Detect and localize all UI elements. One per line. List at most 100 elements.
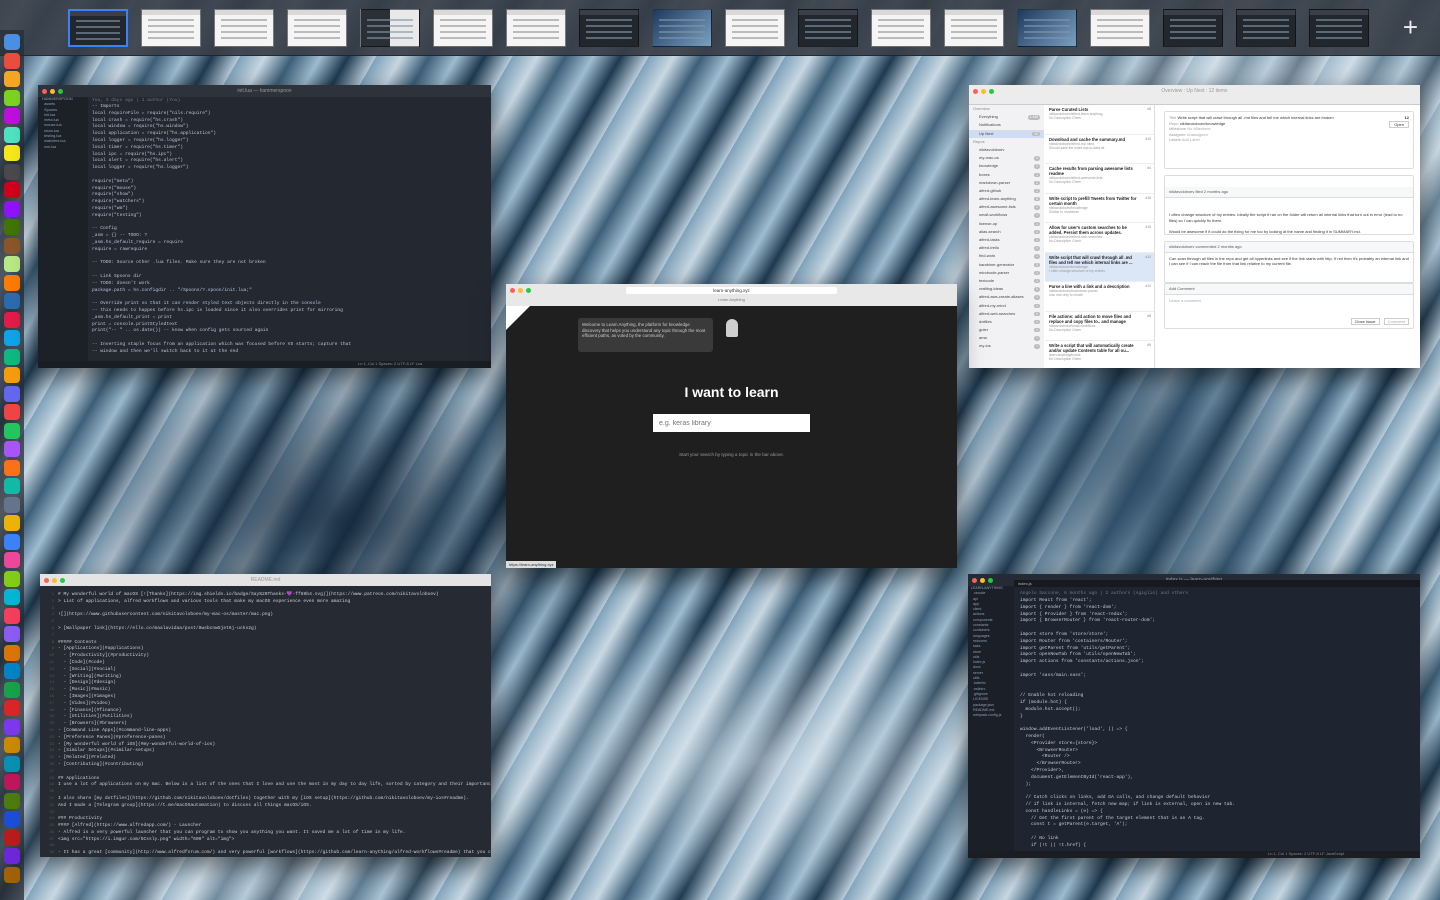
tab-title[interactable]: Learn Anything	[506, 297, 957, 302]
dock-app-icon[interactable]	[4, 829, 20, 846]
dock-app-icon[interactable]	[4, 774, 20, 790]
issue-state-select[interactable]: Open	[1389, 120, 1409, 129]
dock-app-icon[interactable]	[4, 404, 20, 420]
dock-app-icon[interactable]	[4, 459, 20, 476]
dock-app-icon[interactable]	[4, 126, 20, 143]
sidebar-item[interactable]: Notifications	[969, 121, 1044, 129]
issue-list-item[interactable]: Download and cache the summary.md #10 niki…	[1045, 135, 1154, 164]
sidebar-item[interactable]: dotfiles 1	[969, 318, 1044, 326]
dock-app-icon[interactable]	[4, 607, 20, 624]
sidebar-item[interactable]: alias-search 2	[969, 228, 1044, 236]
dock-app-icon[interactable]	[4, 570, 20, 587]
dock-app-icon[interactable]	[4, 589, 20, 605]
issue-list-item[interactable]: Write script to prefill Tweets from Twit…	[1045, 194, 1154, 223]
dock-app-icon[interactable]	[4, 478, 20, 494]
dock-app-icon[interactable]	[4, 163, 20, 180]
issue-list-item[interactable]: Cache results from parsing awesome lists…	[1045, 164, 1154, 194]
dock-app-icon[interactable]	[4, 552, 20, 568]
topic-search-input[interactable]	[653, 414, 810, 432]
editor-tab[interactable]: index.js	[1014, 580, 1420, 587]
sidebar-item[interactable]: boxes 1	[969, 171, 1044, 179]
hammerspoon-editor-window[interactable]: init.lua — hammerspoon HAMMERSPOON asset…	[38, 85, 491, 368]
issue-list-item[interactable]: Write script that will crawl through all…	[1045, 252, 1154, 282]
issue-list-item[interactable]: Allow for user's custom searches to be a…	[1045, 223, 1154, 253]
sidebar-item[interactable]: alfred-web-searches 2	[969, 310, 1044, 318]
sidebar-item[interactable]: ama 1	[969, 334, 1044, 342]
issue-title-field[interactable]: Write script that will crawl through all…	[1178, 115, 1334, 120]
sidebar-item[interactable]: Up Next 12	[969, 129, 1044, 138]
sidebar-item[interactable]: alfred-awesome-lists 2	[969, 203, 1044, 211]
dock-app-icon[interactable]	[4, 515, 20, 531]
dock-app-icon[interactable]	[4, 367, 20, 383]
sidebar-item[interactable]: knowledge 3	[969, 162, 1044, 170]
sidebar-item[interactable]: karabiner-generator 3	[969, 261, 1044, 269]
dock-app-icon[interactable]	[4, 626, 20, 642]
dock-app-icon[interactable]	[4, 34, 20, 50]
dock-app-icon[interactable]	[4, 385, 20, 402]
dock-app-icon[interactable]	[4, 293, 20, 309]
sidebar-item[interactable]: Everything 1,445	[969, 113, 1044, 121]
sidebar-item[interactable]: alfred-tasks 1	[969, 236, 1044, 244]
add-label-button[interactable]: Add Label	[1182, 137, 1200, 142]
dock-app-icon[interactable]	[4, 533, 20, 550]
dock-app-icon[interactable]	[4, 422, 20, 439]
comment-input[interactable]: Leave a comment	[1169, 298, 1409, 304]
sidebar-item[interactable]: my-mac-os 4	[969, 154, 1044, 162]
sidebar-item[interactable]: alfred-github 1	[969, 187, 1044, 195]
dock-app-icon[interactable]	[4, 256, 20, 272]
dock-app-icon[interactable]	[4, 811, 20, 827]
dock-app-icon[interactable]	[4, 866, 20, 883]
dock-app-icon[interactable]	[4, 330, 20, 346]
comment-button[interactable]: Comment	[1383, 318, 1409, 326]
address-bar[interactable]: learn-anything.xyz	[626, 287, 837, 294]
sidebar-item[interactable]: markdown-parser 2	[969, 179, 1044, 187]
dock-app-icon[interactable]	[4, 52, 20, 69]
sidebar-item[interactable]: alfred-learn-anything 5	[969, 195, 1044, 203]
dock-app-icon[interactable]	[4, 700, 20, 716]
add-space-button[interactable]: +	[1403, 14, 1418, 40]
github-issues-window[interactable]: Overview : Up Next : 12 items Overview Ev…	[969, 85, 1420, 368]
issue-list-item[interactable]: Write a script that will automatically c…	[1045, 341, 1154, 368]
sidebar-item[interactable]: guter 1	[969, 326, 1044, 334]
code-editor[interactable]: -- Imports local requireFile = require("…	[92, 104, 487, 355]
dock-app-icon[interactable]	[4, 200, 20, 217]
space-thumbnail[interactable]	[1090, 9, 1150, 47]
learn-anything-browser-window[interactable]: learn-anything.xyz Learn Anything Welcom…	[506, 284, 957, 568]
dock-app-icon[interactable]	[4, 848, 20, 864]
space-thumbnail[interactable]	[725, 9, 785, 47]
dock-app-icon[interactable]	[4, 441, 20, 457]
dock-app-icon[interactable]	[4, 219, 20, 235]
file-explorer[interactable]: HAMMERSPOON assets Spoons init.lua meta.…	[38, 97, 88, 361]
dock-app-icon[interactable]	[4, 792, 20, 809]
dock-app-icon[interactable]	[4, 496, 20, 513]
dock-app-icon[interactable]	[4, 71, 20, 87]
sidebar-item[interactable]: my-ios 1	[969, 342, 1044, 350]
dock-app-icon[interactable]	[4, 737, 20, 753]
markdown-editor[interactable]: # My wonderful world of macOS [![Thanks]…	[58, 592, 491, 857]
space-thumbnail[interactable]	[360, 9, 420, 47]
sidebar-item[interactable]: small-workflows 1	[969, 211, 1044, 219]
issue-list-item[interactable]: File actions: add action to move files a…	[1045, 312, 1154, 341]
sidebar-item[interactable]: mindnode-parser 1	[969, 269, 1044, 277]
sidebar-item[interactable]: crafting-ideas 2	[969, 285, 1044, 293]
dock-app-icon[interactable]	[4, 145, 20, 161]
dock-app-icon[interactable]	[4, 108, 20, 124]
assignee-select[interactable]: Unassigned	[1187, 132, 1208, 137]
issue-list-item[interactable]: Parse Curated Lists #8 nikitavoloboev/alfr…	[1045, 105, 1154, 135]
close-issue-button[interactable]: Close Issue	[1350, 318, 1380, 326]
dock-app-icon[interactable]	[4, 681, 20, 698]
space-thumbnail[interactable]	[579, 9, 639, 47]
vscode-window[interactable]: index.js — learn-anything LEARN-ANYTHING…	[968, 574, 1420, 858]
dock-app-icon[interactable]	[4, 663, 20, 679]
dock-app-icon[interactable]	[4, 644, 20, 661]
sidebar-item[interactable]: nikitavoloboev	[969, 146, 1044, 154]
dock-app-icon[interactable]	[4, 755, 20, 772]
dock-app-icon[interactable]	[4, 182, 20, 198]
readme-editor-window[interactable]: README.md 1 2 3 4 5 6 7 8 9 10 11 12 13 …	[40, 574, 491, 857]
minimize-window-icon[interactable]	[518, 287, 523, 293]
sidebar-item[interactable]: alfred-aws-create-aliases 1	[969, 293, 1044, 301]
sidebar-item[interactable]: find-work 1	[969, 252, 1044, 260]
dock-app-icon[interactable]	[4, 274, 20, 291]
sidebar-item[interactable]: alfred-my-mind 1	[969, 302, 1044, 310]
space-thumbnail[interactable]	[944, 9, 1004, 47]
